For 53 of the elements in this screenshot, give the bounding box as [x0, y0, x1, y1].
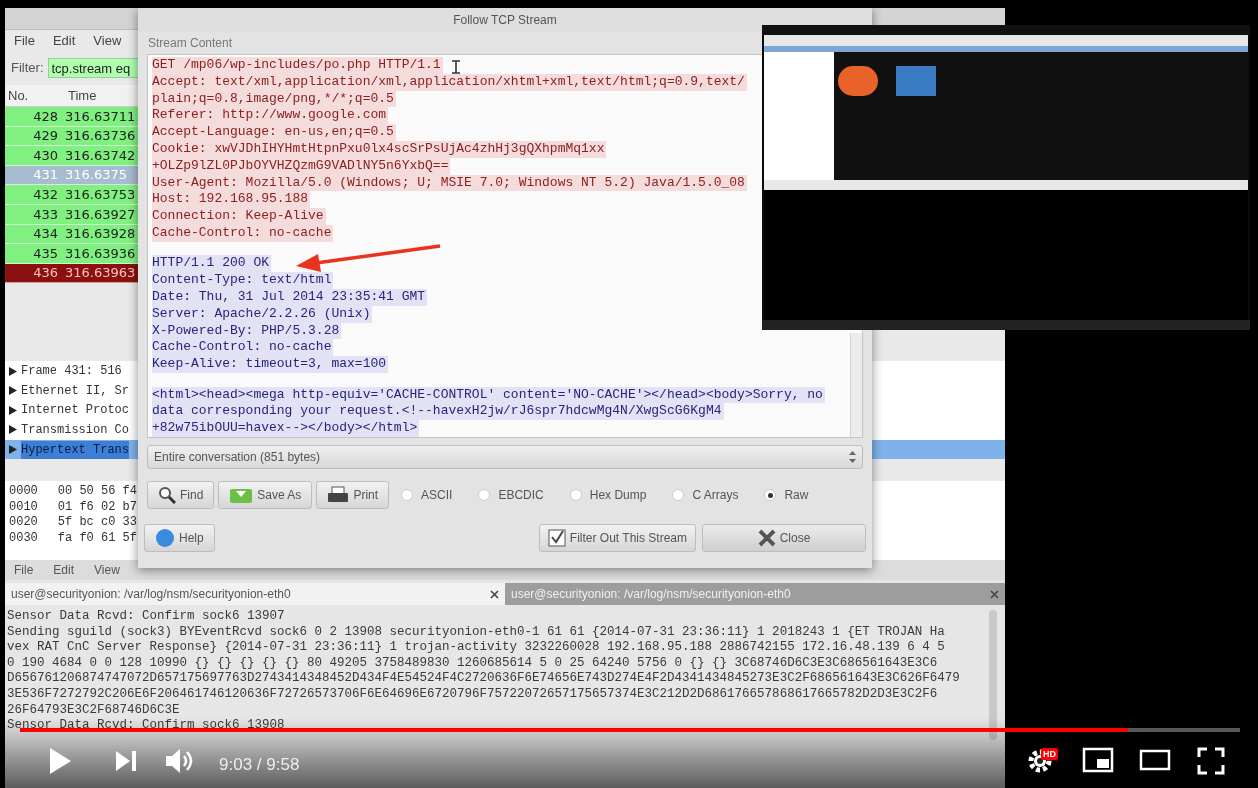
tree-label: Ethernet II, Sr [21, 382, 130, 400]
terminal-line: 3E536F7272792C206E6F206461746120636F72726573706F6E64696E6720796F75722072657175657374E3C212D2D686176657868617665782D2D3E3C2F6 [7, 686, 938, 703]
hd-badge: HD [1041, 748, 1058, 760]
table-cell-text: 316.63963 [64, 264, 136, 283]
radio-label: Hex Dump [589, 487, 647, 504]
radio-label: ASCII [421, 487, 453, 504]
table-cell-text: 316.63736 [64, 127, 136, 146]
hex-offset: 0010 [9, 498, 38, 516]
table-cell-text: 430 [32, 146, 58, 165]
radio-label: Raw [784, 487, 809, 504]
column-header: No. [7, 86, 30, 105]
table-cell-text: 434 [32, 225, 58, 244]
terminal-line: Sensor Data Rcvd: Confirm sock6 13907 [7, 609, 285, 625]
hex-offset: 0020 [9, 514, 38, 532]
group-label: Stream Content [148, 35, 233, 52]
hex-bytes: fa f0 61 5f [57, 529, 138, 547]
terminal-line: 0 190 4684 0 0 128 10990 {} {} {} {} {} 80 49205 3758489830 1260685614 5 0 25 64240 5756 0 {} {} 3C68746D6C3E3C686561643E3C6 [7, 655, 938, 672]
hex-bytes: 5f bc c0 33 [57, 514, 138, 532]
hex-offset: 0030 [9, 529, 38, 547]
table-cell-text: 431 [32, 166, 58, 185]
tree-label: Internet Protoc [21, 402, 130, 420]
hex-bytes: 00 50 56 f4 [57, 483, 138, 501]
terminal-line: vex RAT CnC Server Response} {2014-07-31 23:36:11} 1 trojan-activity 3232260028 192.168.95.188 2886742155 172.16.48.139 6 4 5 [7, 640, 945, 656]
time-display: 9:03 / 9:58 [219, 754, 300, 776]
table-cell-text: 428 [32, 107, 58, 126]
table-cell-text: 432 [32, 185, 58, 204]
tree-label: Frame 431: 516 [21, 363, 122, 381]
table-cell-text: 429 [32, 127, 58, 146]
table-cell-text: 436 [32, 264, 58, 283]
filter-label: Filter: [11, 59, 44, 78]
table-cell-text: 316.63711 [64, 107, 136, 126]
table-cell-text: 316.63936 [64, 244, 136, 263]
table-cell-text: 316.63742 [64, 146, 136, 165]
radio-label: EBCDIC [498, 487, 544, 504]
radio-label: C Arrays [692, 487, 739, 504]
tree-label: Hypertext Trans [21, 440, 130, 459]
terminal-line: D656761206874747072D657175697763D2743414348452D434F4E54524F4C2720636F6E74656E743D274E4F2D4341434845273E3C2F686561643E3C626F6479 [7, 671, 960, 687]
column-header: Time [67, 86, 97, 105]
tab-label: user@securityonion: /var/log/nsm/securityonion-eth0 [11, 586, 291, 603]
tree-label: Transmission Co [21, 421, 130, 439]
table-cell-text: 316.63928 [64, 225, 136, 244]
terminal-line: Sending sguild (sock3) BYEventRcvd sock6 0 2 13908 securityonion-eth0-1 61 61 {2014-07-31 23:36:11} 1 2018243 1 {ET TROJAN Ha [7, 624, 945, 641]
table-cell-text: 316.63927 [64, 205, 136, 224]
hex-offset: 0000 [9, 483, 38, 501]
dialog-title: Follow TCP Stream [453, 12, 557, 29]
terminal-line: 26F64793E3C2F68746D6C3E [7, 702, 180, 719]
table-cell-text: 316.63753 [64, 185, 136, 204]
table-cell-text: 316.6375 [64, 166, 128, 185]
hex-bytes: 01 f6 02 b7 [57, 498, 138, 516]
tab-label: user@securityonion: /var/log/nsm/securityonion-eth0 [511, 586, 791, 603]
table-cell-text: 433 [32, 205, 58, 224]
terminal-line: Sensor Data Rcvd: Confirm sock6 13908 [7, 718, 285, 734]
table-cell-text: 435 [32, 244, 58, 263]
